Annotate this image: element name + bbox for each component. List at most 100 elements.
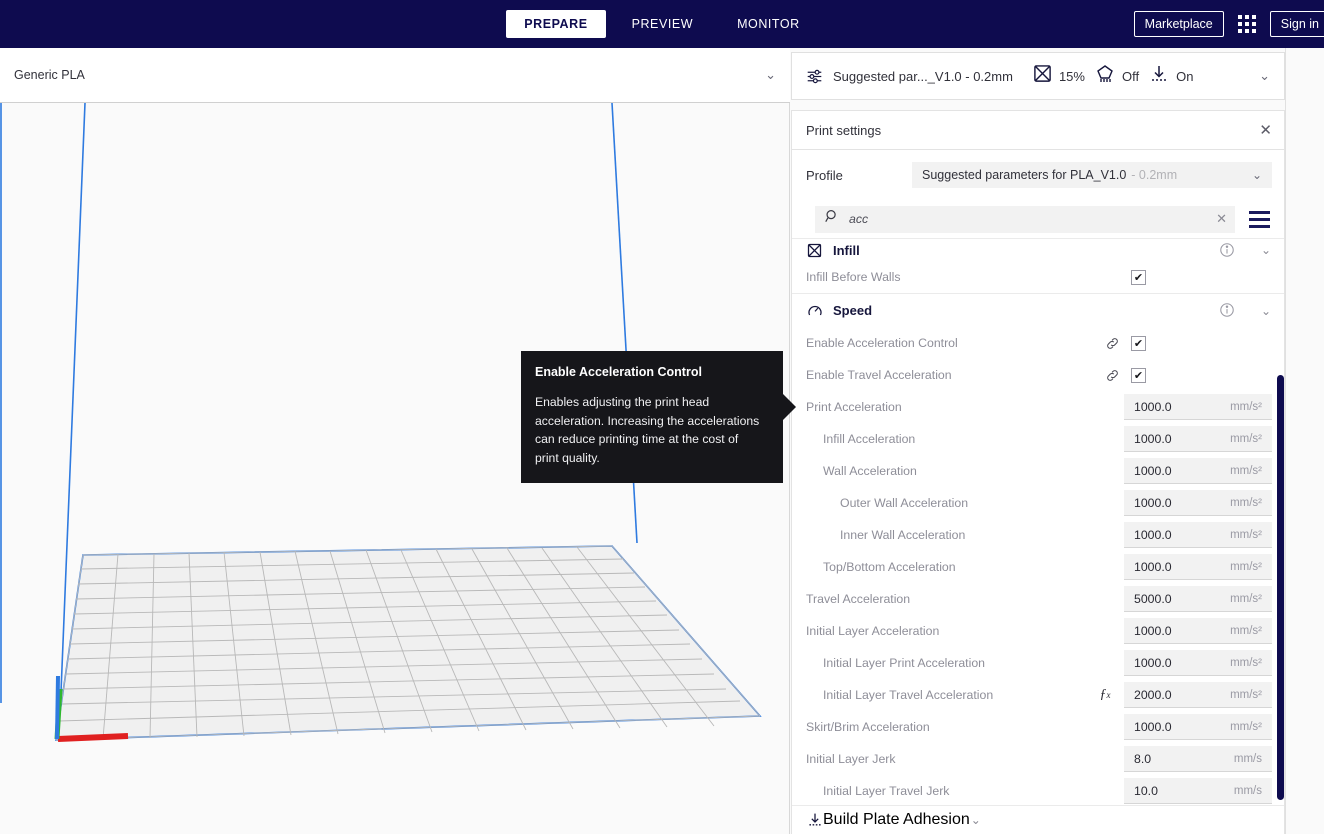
setting-checkbox[interactable]: ✔: [1131, 336, 1146, 351]
setting-row-travel-acceleration[interactable]: Travel Acceleration 5000.0 mm/s²: [792, 583, 1284, 615]
setting-value-field[interactable]: 1000.0 mm/s²: [1124, 394, 1272, 420]
setting-row-infill-acceleration[interactable]: Infill Acceleration 1000.0 mm/s²: [792, 423, 1284, 455]
setting-value: 1000.0: [1134, 464, 1172, 478]
section-header-infill[interactable]: Infill ⌄: [792, 239, 1284, 261]
settings-list[interactable]: Infill ⌄ Infill Before Walls ✔ Speed: [792, 238, 1284, 834]
setting-row-initial-layer-acceleration[interactable]: Initial Layer Acceleration 1000.0 mm/s²: [792, 615, 1284, 647]
close-icon[interactable]: ✕: [1216, 211, 1227, 227]
setting-value-field[interactable]: 1000.0 mm/s²: [1124, 650, 1272, 676]
tab-preview[interactable]: PREVIEW: [614, 10, 712, 38]
chevron-down-icon[interactable]: ⌄: [970, 813, 982, 827]
link-chain-icon[interactable]: [1103, 336, 1121, 351]
search-box[interactable]: ✕: [815, 206, 1235, 233]
setting-value-field[interactable]: 1000.0 mm/s²: [1124, 490, 1272, 516]
section-title-infill: Infill: [833, 243, 1219, 258]
setting-label: Infill Acceleration: [806, 432, 1096, 446]
info-circle-icon[interactable]: [1219, 242, 1236, 259]
setting-checkbox[interactable]: ✔: [1131, 368, 1146, 383]
setting-row-enable-acceleration-control[interactable]: Enable Acceleration Control ✔: [792, 327, 1284, 359]
setting-unit: mm/s²: [1230, 721, 1262, 733]
top-bar-right-group: Marketplace Sign in: [1134, 0, 1324, 48]
setting-value: 1000.0: [1134, 560, 1172, 574]
chevron-down-icon[interactable]: ⌄: [1260, 304, 1272, 318]
setting-unit: mm/s²: [1230, 593, 1262, 605]
section-header-speed[interactable]: Speed ⌄: [792, 293, 1284, 327]
link-chain-icon[interactable]: [1103, 368, 1121, 383]
summary-support-value: Off: [1122, 69, 1139, 84]
adhesion-icon: [806, 812, 823, 829]
setting-value: 1000.0: [1134, 432, 1172, 446]
setting-row-outer-wall-acceleration[interactable]: Outer Wall Acceleration 1000.0 mm/s²: [792, 487, 1284, 519]
info-circle-icon[interactable]: [1219, 302, 1236, 319]
summary-adhesion-value: On: [1176, 69, 1193, 84]
material-selector-bar[interactable]: Generic PLA ⌄: [0, 48, 790, 103]
setting-row-enable-travel-acceleration[interactable]: Enable Travel Acceleration ✔: [792, 359, 1284, 391]
setting-row-print-acceleration[interactable]: Print Acceleration 1000.0 mm/s²: [792, 391, 1284, 423]
section-header-build-plate-adhesion[interactable]: Build Plate Adhesion ⌄: [792, 805, 1284, 834]
section-title-speed: Speed: [833, 303, 1219, 318]
chevron-down-icon[interactable]: ⌄: [1252, 168, 1262, 182]
setting-unit: mm/s²: [1230, 401, 1262, 413]
sign-in-button[interactable]: Sign in: [1270, 11, 1324, 37]
summary-support-group: Off: [1095, 64, 1139, 89]
setting-unit: mm/s: [1234, 785, 1262, 797]
build-plate-viewport[interactable]: Generic PLA ⌄: [0, 48, 790, 834]
search-input[interactable]: [849, 212, 1207, 226]
setting-value: 1000.0: [1134, 496, 1172, 510]
setting-value-field[interactable]: 1000.0 mm/s²: [1124, 618, 1272, 644]
infill-icon: [806, 242, 823, 259]
setting-value: 1000.0: [1134, 624, 1172, 638]
support-icon: [1095, 64, 1115, 89]
profile-row: Profile Suggested parameters for PLA_V1.…: [792, 150, 1284, 200]
setting-value: 2000.0: [1134, 688, 1172, 702]
right-gutter: [1285, 48, 1324, 834]
setting-value-field[interactable]: 8.0 mm/s: [1124, 746, 1272, 772]
chevron-down-icon[interactable]: ⌄: [1260, 243, 1272, 257]
chevron-down-icon[interactable]: ⌄: [765, 67, 776, 83]
setting-row-skirt-brim-acceleration[interactable]: Skirt/Brim Acceleration 1000.0 mm/s²: [792, 711, 1284, 743]
search-row: ✕: [792, 200, 1284, 238]
chevron-down-icon[interactable]: ⌄: [1259, 68, 1270, 84]
profile-dropdown[interactable]: Suggested parameters for PLA_V1.0 - 0.2m…: [912, 162, 1272, 188]
setting-row-initial-layer-jerk[interactable]: Initial Layer Jerk 8.0 mm/s: [792, 743, 1284, 775]
tab-monitor[interactable]: MONITOR: [719, 10, 818, 38]
section-title-build-plate-adhesion: Build Plate Adhesion: [823, 811, 970, 829]
setting-row-infill-before-walls[interactable]: Infill Before Walls ✔: [792, 261, 1284, 293]
setting-value-field[interactable]: 10.0 mm/s: [1124, 778, 1272, 804]
axis-x-indicator: [58, 736, 128, 739]
setting-row-inner-wall-acceleration[interactable]: Inner Wall Acceleration 1000.0 mm/s²: [792, 519, 1284, 551]
setting-value-field[interactable]: 1000.0 mm/s²: [1124, 714, 1272, 740]
material-label: Generic PLA: [14, 68, 85, 82]
setting-value-field[interactable]: 2000.0 mm/s²: [1124, 682, 1272, 708]
setting-label: Travel Acceleration: [806, 592, 1096, 606]
setting-value: 5000.0: [1134, 592, 1172, 606]
setting-value: 1000.0: [1134, 720, 1172, 734]
close-icon[interactable]: ✕: [1259, 123, 1272, 138]
hamburger-menu-icon[interactable]: [1247, 209, 1272, 230]
setting-row-initial-layer-print-acceleration[interactable]: Initial Layer Print Acceleration 1000.0 …: [792, 647, 1284, 679]
setting-label: Outer Wall Acceleration: [806, 496, 1096, 510]
setting-row-initial-layer-travel-acceleration[interactable]: Initial Layer Travel Acceleration ƒx 200…: [792, 679, 1284, 711]
setting-row-initial-layer-travel-jerk[interactable]: Initial Layer Travel Jerk 10.0 mm/s: [792, 775, 1284, 807]
setting-value-field[interactable]: 1000.0 mm/s²: [1124, 522, 1272, 548]
profile-label: Profile: [806, 168, 902, 183]
setting-row-top-bottom-acceleration[interactable]: Top/Bottom Acceleration 1000.0 mm/s²: [792, 551, 1284, 583]
function-fx-icon[interactable]: ƒx: [1096, 687, 1114, 703]
setting-tooltip: Enable Acceleration Control Enables adju…: [521, 351, 783, 483]
apps-grid-icon[interactable]: [1238, 15, 1256, 33]
infill-icon: [1033, 64, 1052, 88]
setting-label: Top/Bottom Acceleration: [806, 560, 1096, 574]
settings-list-scrollbar[interactable]: [1277, 375, 1284, 800]
tooltip-body: Enables adjusting the print head acceler…: [535, 393, 765, 467]
setting-value-field[interactable]: 1000.0 mm/s²: [1124, 426, 1272, 452]
setting-value-field[interactable]: 1000.0 mm/s²: [1124, 458, 1272, 484]
marketplace-button[interactable]: Marketplace: [1134, 11, 1224, 37]
summary-infill-group: 15%: [1033, 64, 1085, 88]
tab-prepare[interactable]: PREPARE: [506, 10, 605, 38]
print-setup-summary-bar[interactable]: Suggested par..._V1.0 - 0.2mm 15% Off: [791, 52, 1285, 100]
setting-checkbox[interactable]: ✔: [1131, 270, 1146, 285]
sliders-icon: [806, 68, 823, 85]
setting-row-wall-acceleration[interactable]: Wall Acceleration 1000.0 mm/s²: [792, 455, 1284, 487]
setting-value-field[interactable]: 1000.0 mm/s²: [1124, 554, 1272, 580]
setting-value-field[interactable]: 5000.0 mm/s²: [1124, 586, 1272, 612]
